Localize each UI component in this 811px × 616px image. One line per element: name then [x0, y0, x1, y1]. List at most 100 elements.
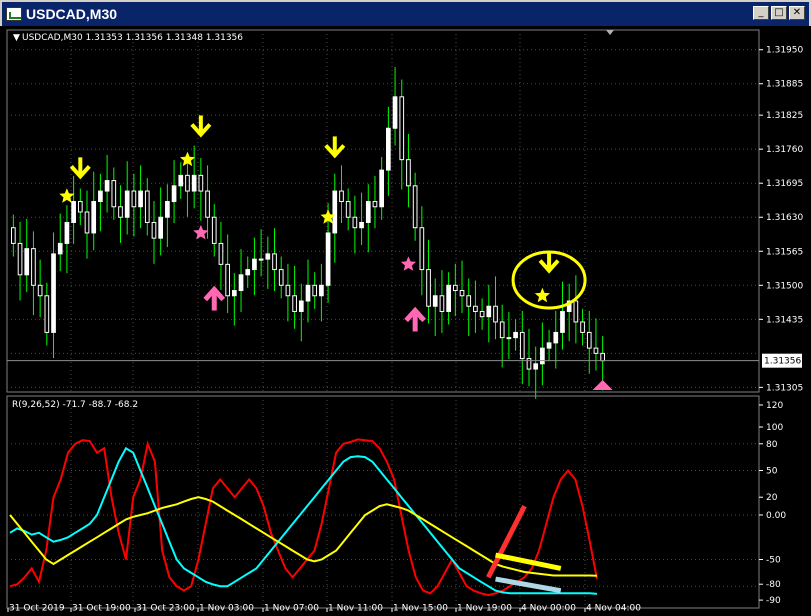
- candle-body: [526, 358, 532, 370]
- price-panel-toggle[interactable]: ▼: [13, 33, 20, 43]
- time-axis-label: 4 Nov 00:00: [521, 604, 576, 614]
- candle-body: [365, 201, 371, 223]
- candle-body: [325, 232, 331, 286]
- indicator-axis-label: 80: [766, 440, 778, 450]
- candle-body: [24, 248, 30, 276]
- candle-body: [466, 295, 472, 307]
- candle-body: [124, 190, 130, 218]
- candle-body: [560, 310, 565, 333]
- indicator-axis-label: 120: [766, 401, 783, 411]
- candle-body: [493, 305, 498, 323]
- candle-body: [165, 201, 170, 218]
- candle-body: [171, 185, 177, 203]
- candle-body: [600, 352, 605, 362]
- candle-body: [332, 190, 338, 234]
- chart-window: USDCAD,M30 _ □ ✕ 1.31950 1.31885 1.31825 1.…: [0, 0, 811, 616]
- candle-body: [278, 269, 284, 286]
- current-price-label: 1.31356: [764, 357, 801, 367]
- time-axis-label: 31 Oct 23:00: [136, 604, 195, 614]
- candle-body: [211, 216, 217, 244]
- chart-background: [0, 26, 811, 616]
- candle-body: [205, 190, 210, 218]
- close-button[interactable]: ✕: [789, 6, 805, 20]
- candle-body: [339, 190, 344, 203]
- title-bar[interactable]: USDCAD,M30 _ □ ✕: [2, 2, 809, 26]
- candle-body: [218, 242, 224, 265]
- candle-body: [573, 300, 579, 323]
- time-axis-label: 4 Nov 04:00: [586, 604, 641, 614]
- candle-body: [185, 174, 190, 192]
- candle-body: [198, 174, 204, 192]
- candle-body: [138, 190, 143, 208]
- candle-body: [580, 321, 585, 333]
- candle-body: [131, 190, 137, 208]
- candle-body: [44, 295, 50, 333]
- candle-body: [446, 284, 451, 312]
- candle-body: [399, 96, 405, 161]
- time-axis-label: 31 Oct 2019: [9, 604, 65, 614]
- candle-body: [406, 159, 411, 187]
- candle-body: [345, 201, 351, 218]
- candle-body: [499, 321, 505, 339]
- candle-body: [586, 331, 592, 349]
- candle-body: [540, 347, 545, 365]
- candle-body: [104, 180, 110, 192]
- candle-body: [258, 258, 264, 261]
- candle-body: [225, 263, 230, 297]
- candle-body: [191, 174, 197, 192]
- candle-body: [593, 347, 599, 354]
- candle-body: [379, 169, 385, 208]
- candle-body: [265, 253, 271, 260]
- candle-body: [298, 300, 304, 312]
- candle-body: [84, 211, 90, 234]
- indicator-axis-label: 20: [766, 493, 778, 503]
- candle-body: [144, 190, 150, 223]
- candle-body: [352, 216, 358, 229]
- candle-body: [151, 221, 157, 239]
- candle-body: [372, 201, 378, 208]
- candle-body: [98, 190, 103, 203]
- price-axis-label: 1.31695: [766, 179, 803, 189]
- price-axis-label: 1.31305: [766, 383, 803, 393]
- candle-body: [31, 248, 36, 286]
- time-axis-label: 1 Nov 03:00: [199, 604, 254, 614]
- minimize-button[interactable]: _: [753, 6, 769, 20]
- candle-body: [272, 253, 277, 271]
- candle-body: [486, 305, 492, 318]
- candle-body: [359, 221, 364, 229]
- candle-body: [64, 221, 70, 244]
- indicator-axis-label: 0.00: [766, 511, 786, 521]
- chart-canvas[interactable]: 1.31950 1.31885 1.31825 1.31760 1.31695 1.316…: [0, 26, 811, 616]
- indicator-panel-header: R(9,26,52) -71.7 -88.7 -68.2: [12, 400, 138, 410]
- indicator-axis-label: 50: [766, 467, 778, 477]
- candle-body: [386, 127, 391, 171]
- price-axis-label: 1.31565: [766, 247, 803, 257]
- candle-body: [305, 284, 311, 302]
- candle-body: [37, 284, 43, 297]
- indicator-axis-label: 100: [766, 423, 783, 433]
- candle-body: [459, 290, 465, 297]
- candle-body: [238, 274, 244, 292]
- candle-body: [285, 284, 291, 297]
- candle-body: [513, 331, 518, 339]
- candle-body: [392, 96, 398, 129]
- candle-body: [178, 174, 184, 187]
- candle-body: [11, 227, 16, 244]
- price-axis-label: 1.31950: [766, 46, 803, 56]
- indicator-axis-label: -90: [766, 596, 781, 606]
- time-axis-label: 1 Nov 11:00: [328, 604, 383, 614]
- price-axis-label: 1.31825: [766, 111, 803, 121]
- time-axis-label: 31 Oct 19:00: [72, 604, 131, 614]
- window-controls: _ □ ✕: [753, 6, 805, 20]
- price-panel-header: USDCAD,M30 1.31353 1.31356 1.31348 1.313…: [22, 33, 243, 43]
- candle-body: [546, 342, 552, 349]
- candle-body: [412, 185, 418, 229]
- candle-body: [71, 201, 76, 223]
- candle-body: [57, 242, 63, 255]
- maximize-button[interactable]: □: [771, 6, 787, 20]
- candle-body: [51, 253, 56, 333]
- candle-body: [519, 331, 525, 360]
- candle-body: [533, 363, 539, 370]
- candle-body: [77, 201, 83, 213]
- candle-body: [432, 295, 438, 307]
